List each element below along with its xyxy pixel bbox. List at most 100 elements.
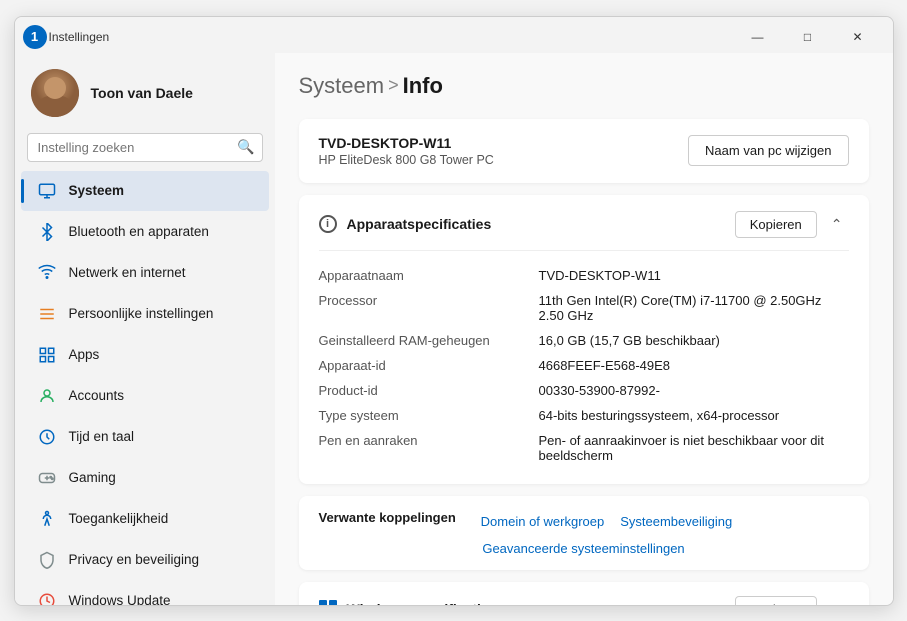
windows-collapse-button[interactable]: ⌄	[825, 599, 849, 605]
specs-section-header: i Apparaatspecificaties Kopieren ⌃	[319, 211, 849, 251]
specs-table: Apparaatnaam TVD-DESKTOP-W11 Processor 1…	[319, 263, 849, 468]
sidebar-item-netwerk[interactable]: Netwerk en internet	[21, 253, 269, 293]
sidebar-nav: Systeem Bluetooth en apparaten Netwerk e…	[15, 170, 275, 605]
spec-value: 4668FEEF-E568-49E8	[539, 358, 849, 373]
pc-name-card: TVD-DESKTOP-W11 HP EliteDesk 800 G8 Towe…	[299, 119, 869, 183]
sidebar-item-tijd[interactable]: Tijd en taal	[21, 417, 269, 457]
spec-value: 00330-53900-87992-	[539, 383, 849, 398]
search-icon: 🔍	[237, 139, 254, 156]
spec-value: TVD-DESKTOP-W11	[539, 268, 849, 283]
related-section: Verwante koppelingen Domein of werkgroep…	[299, 496, 869, 570]
spec-row-apparaatnaam: Apparaatnaam TVD-DESKTOP-W11	[319, 263, 849, 288]
user-profile[interactable]: Toon van Daele	[15, 53, 275, 129]
spec-value: 64-bits besturingssysteem, x64-processor	[539, 408, 849, 423]
window-badge: 1	[23, 25, 47, 49]
sidebar-item-systeem[interactable]: Systeem	[21, 171, 269, 211]
windows-copy-button[interactable]: Kopieren	[735, 596, 817, 605]
sidebar-item-toegankelijk[interactable]: Toegankelijkheid	[21, 499, 269, 539]
rename-button[interactable]: Naam van pc wijzigen	[688, 135, 848, 166]
windows-spec-title: Windows-specificaties	[347, 601, 497, 605]
sidebar: Toon van Daele 🔍 Systeem Bluetooth	[15, 53, 275, 605]
breadcrumb: Systeem > Info	[299, 73, 869, 99]
username: Toon van Daele	[91, 85, 193, 101]
windows-update-icon	[37, 591, 57, 605]
related-links-row: Verwante koppelingen Domein of werkgroep…	[319, 510, 849, 533]
avatar	[31, 69, 79, 117]
sidebar-item-apps[interactable]: Apps	[21, 335, 269, 375]
pc-name: TVD-DESKTOP-W11	[319, 135, 494, 151]
sidebar-item-bluetooth[interactable]: Bluetooth en apparaten	[21, 212, 269, 252]
bluetooth-icon	[37, 222, 57, 242]
spec-value: 16,0 GB (15,7 GB beschikbaar)	[539, 333, 849, 348]
spec-label: Apparaatnaam	[319, 268, 539, 283]
windows-icon	[319, 600, 337, 605]
privacy-icon	[37, 550, 57, 570]
pc-model: HP EliteDesk 800 G8 Tower PC	[319, 153, 494, 167]
related-link-systeem[interactable]: Systeembeveiliging	[620, 514, 732, 529]
sidebar-item-accounts[interactable]: Accounts	[21, 376, 269, 416]
sidebar-item-apps-label: Apps	[69, 347, 100, 362]
sidebar-item-tijd-label: Tijd en taal	[69, 429, 135, 444]
sidebar-item-persoonlijk[interactable]: Persoonlijke instellingen	[21, 294, 269, 334]
related-header: Verwante koppelingen	[319, 510, 456, 525]
spec-row-product-id: Product-id 00330-53900-87992-	[319, 378, 849, 403]
pc-header: TVD-DESKTOP-W11 HP EliteDesk 800 G8 Towe…	[319, 135, 849, 167]
separator	[464, 512, 473, 530]
spec-value: Pen- of aanraakinvoer is niet beschikbaa…	[539, 433, 849, 463]
specs-card: i Apparaatspecificaties Kopieren ⌃ Appar…	[299, 195, 869, 484]
toegankelijk-icon	[37, 509, 57, 529]
netwerk-icon	[37, 263, 57, 283]
titlebar-controls: — □ ✕	[735, 23, 881, 51]
spec-label: Processor	[319, 293, 539, 308]
sidebar-item-accounts-label: Accounts	[69, 388, 125, 403]
related-advanced: Geavanceerde systeeminstellingen	[319, 541, 849, 556]
settings-window: 1 ← Instellingen — □ ✕ Toon van Daele 🔍	[14, 16, 894, 606]
spec-label: Type systeem	[319, 408, 539, 423]
pc-info: TVD-DESKTOP-W11 HP EliteDesk 800 G8 Towe…	[319, 135, 494, 167]
search-input[interactable]	[27, 133, 263, 162]
minimize-button[interactable]: —	[735, 23, 781, 51]
spec-value: 11th Gen Intel(R) Core(TM) i7-11700 @ 2.…	[539, 293, 849, 323]
spec-label: Apparaat-id	[319, 358, 539, 373]
systeem-icon	[37, 181, 57, 201]
spec-label: Pen en aanraken	[319, 433, 539, 448]
spec-label: Product-id	[319, 383, 539, 398]
specs-title-row: i Apparaatspecificaties	[319, 215, 492, 233]
sidebar-item-bluetooth-label: Bluetooth en apparaten	[69, 224, 209, 239]
search-box[interactable]: 🔍	[27, 133, 263, 162]
tijd-icon	[37, 427, 57, 447]
content-area: Systeem > Info TVD-DESKTOP-W11 HP EliteD…	[275, 53, 893, 605]
windows-spec-title-row: Windows-specificaties	[319, 600, 497, 605]
spec-row-type-systeem: Type systeem 64-bits besturingssysteem, …	[319, 403, 849, 428]
specs-actions: Kopieren ⌃	[735, 211, 849, 238]
windows-spec-header: Windows-specificaties Kopieren ⌄	[319, 596, 849, 605]
sidebar-item-persoonlijk-label: Persoonlijke instellingen	[69, 306, 214, 321]
breadcrumb-child: Info	[403, 73, 443, 99]
copy-button[interactable]: Kopieren	[735, 211, 817, 238]
sidebar-item-windows-update[interactable]: Windows Update	[21, 581, 269, 605]
apps-icon	[37, 345, 57, 365]
sidebar-item-windows-update-label: Windows Update	[69, 593, 171, 605]
breadcrumb-chevron: >	[388, 75, 399, 96]
sidebar-item-privacy[interactable]: Privacy en beveiliging	[21, 540, 269, 580]
titlebar: ← Instellingen — □ ✕	[15, 17, 893, 53]
spec-row-pen: Pen en aanraken Pen- of aanraakinvoer is…	[319, 428, 849, 468]
maximize-button[interactable]: □	[785, 23, 831, 51]
sidebar-item-privacy-label: Privacy en beveiliging	[69, 552, 200, 567]
related-link-domein[interactable]: Domein of werkgroep	[481, 514, 605, 529]
close-button[interactable]: ✕	[835, 23, 881, 51]
titlebar-title: Instellingen	[49, 30, 110, 44]
sidebar-item-gaming[interactable]: Gaming	[21, 458, 269, 498]
spec-row-apparaat-id: Apparaat-id 4668FEEF-E568-49E8	[319, 353, 849, 378]
windows-spec-actions: Kopieren ⌄	[735, 596, 849, 605]
main-content: Toon van Daele 🔍 Systeem Bluetooth	[15, 53, 893, 605]
windows-spec-card: Windows-specificaties Kopieren ⌄	[299, 582, 869, 605]
collapse-button[interactable]: ⌃	[825, 214, 849, 235]
accounts-icon	[37, 386, 57, 406]
breadcrumb-parent: Systeem	[299, 73, 385, 99]
sidebar-item-gaming-label: Gaming	[69, 470, 116, 485]
spec-label: Geinstalleerd RAM-geheugen	[319, 333, 539, 348]
sidebar-item-systeem-label: Systeem	[69, 183, 125, 198]
advanced-link[interactable]: Geavanceerde systeeminstellingen	[482, 541, 684, 556]
spec-row-ram: Geinstalleerd RAM-geheugen 16,0 GB (15,7…	[319, 328, 849, 353]
